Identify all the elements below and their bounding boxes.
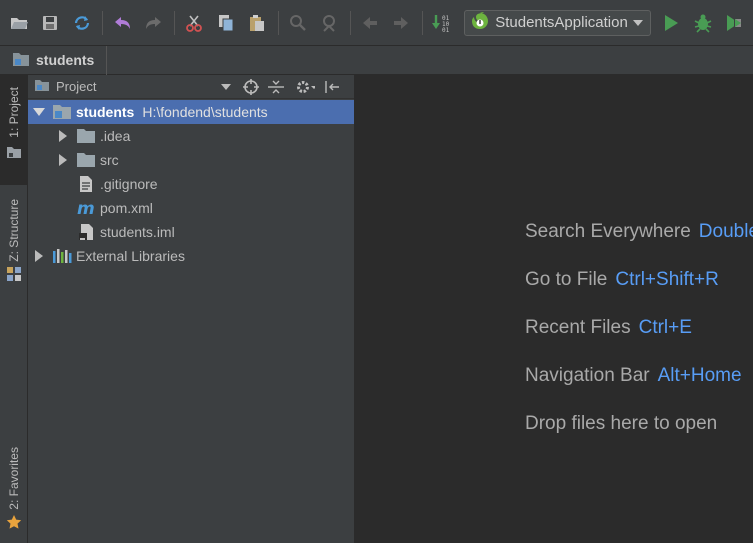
hint-label: Go to File (525, 269, 608, 290)
copy-icon[interactable] (213, 10, 238, 36)
navigation-bar: students (0, 45, 753, 75)
toolbar-separator (277, 10, 279, 35)
scroll-from-source-icon[interactable] (241, 77, 261, 97)
svg-text:01: 01 (442, 27, 450, 33)
svg-text:m: m (77, 200, 95, 216)
hint-label: Drop files here to open (525, 413, 718, 434)
debug-icon[interactable] (690, 10, 715, 36)
tree-node-path: H:\fondend\students (142, 104, 268, 120)
hint-label: Search Everywhere (525, 221, 691, 242)
tab-structure[interactable]: Z: Structure (0, 199, 28, 299)
maven-icon: m (76, 198, 96, 218)
tree-node-src[interactable]: src (28, 148, 354, 172)
tree-node-label: External Libraries (76, 248, 185, 264)
save-icon[interactable] (37, 10, 62, 36)
collapsed-arrow-icon[interactable] (32, 249, 46, 263)
project-panel: Project students H:\fondend\students .id… (28, 75, 355, 543)
tab-favorites-label: 2: Favorites (7, 447, 21, 510)
run-config-dropdown[interactable]: StudentsApplication (464, 9, 651, 36)
collapsed-arrow-icon[interactable] (56, 129, 70, 143)
main-toolbar: 01 10 01 StudentsApplication (0, 0, 753, 46)
build-icon[interactable]: 01 10 01 (429, 10, 454, 36)
tree-node-gitignore[interactable]: .gitignore (28, 172, 354, 196)
run-config-label: StudentsApplication (495, 14, 628, 31)
tree-node-label: src (100, 152, 119, 168)
toolbar-separator (102, 10, 104, 35)
hint-go-to-file: Go to File Ctrl+Shift+R (525, 269, 753, 317)
paste-icon[interactable] (244, 10, 269, 36)
module-file-icon (76, 222, 96, 242)
hint-shortcut: Alt+Home (657, 365, 742, 386)
tree-node-label: .gitignore (100, 176, 158, 192)
hint-drop-files: Drop files here to open (525, 413, 753, 461)
module-folder-icon (52, 102, 72, 122)
tree-node-label: students.iml (100, 224, 175, 240)
tree-node-students[interactable]: students H:\fondend\students (28, 100, 354, 124)
project-panel-title[interactable]: Project (56, 79, 216, 94)
replace-icon[interactable] (316, 10, 341, 36)
hint-label: Navigation Bar (525, 365, 650, 386)
breadcrumb[interactable]: students (12, 45, 108, 75)
forward-icon[interactable] (388, 10, 413, 36)
hint-shortcut: Ctrl+Shift+R (615, 269, 719, 290)
back-icon[interactable] (357, 10, 382, 36)
hide-panel-icon[interactable] (322, 77, 342, 97)
tree-node-pom[interactable]: m pom.xml (28, 196, 354, 220)
structure-tab-icon (6, 266, 22, 286)
undo-icon[interactable] (109, 10, 134, 36)
hint-navigation-bar: Navigation Bar Alt+Home (525, 365, 753, 413)
settings-gear-icon[interactable] (295, 77, 315, 97)
folder-icon (76, 126, 96, 146)
toolbar-separator (349, 10, 351, 35)
cut-icon[interactable] (181, 10, 206, 36)
star-icon (6, 514, 22, 534)
project-view-icon (34, 78, 50, 95)
editor-area[interactable]: Search Everywhere Double Shift Go to File… (355, 75, 753, 543)
sync-icon[interactable] (69, 10, 94, 36)
expand-arrow-icon[interactable] (32, 105, 46, 119)
redo-icon[interactable] (141, 10, 166, 36)
coverage-icon[interactable] (722, 10, 747, 36)
hint-shortcut: Ctrl+E (638, 317, 692, 338)
hint-recent-files: Recent Files Ctrl+E (525, 317, 753, 365)
tab-favorites[interactable]: 2: Favorites (0, 447, 28, 543)
tree-node-label: .idea (100, 128, 131, 144)
tab-project[interactable]: 1: Project (0, 75, 28, 185)
open-folder-icon[interactable] (6, 10, 31, 36)
tab-structure-label: Z: Structure (7, 199, 21, 262)
hint-label: Recent Files (525, 317, 631, 338)
toolbar-separator (174, 10, 176, 35)
spring-boot-icon (471, 11, 489, 34)
project-tree: students H:\fondend\students .idea src .… (28, 99, 354, 268)
tree-node-iml[interactable]: students.iml (28, 220, 354, 244)
hint-search-everywhere: Search Everywhere Double Shift (525, 221, 753, 269)
collapsed-arrow-icon[interactable] (56, 153, 70, 167)
view-mode-chevron-icon[interactable] (216, 77, 236, 97)
libraries-icon (52, 246, 72, 266)
breadcrumb-label: students (36, 52, 95, 68)
text-file-icon (76, 174, 96, 194)
folder-icon (76, 150, 96, 170)
tree-node-external-libraries[interactable]: External Libraries (28, 244, 354, 268)
run-icon[interactable] (659, 10, 684, 36)
tree-node-label: pom.xml (100, 200, 153, 216)
toolbar-separator (421, 10, 423, 35)
tab-project-label: 1: Project (7, 87, 21, 138)
empty-editor-hints: Search Everywhere Double Shift Go to File… (525, 221, 753, 461)
collapse-all-icon[interactable] (266, 77, 286, 97)
project-tab-icon (6, 144, 22, 163)
tree-node-label: students (76, 104, 135, 120)
project-panel-header: Project (28, 75, 354, 99)
find-icon[interactable] (285, 10, 310, 36)
module-folder-icon (12, 51, 36, 70)
chevron-down-icon (632, 14, 644, 31)
tool-window-stripe: 1: Project Z: Structure 2: Favorites (0, 75, 28, 543)
tree-node-idea[interactable]: .idea (28, 124, 354, 148)
hint-shortcut: Double Shift (698, 221, 753, 242)
